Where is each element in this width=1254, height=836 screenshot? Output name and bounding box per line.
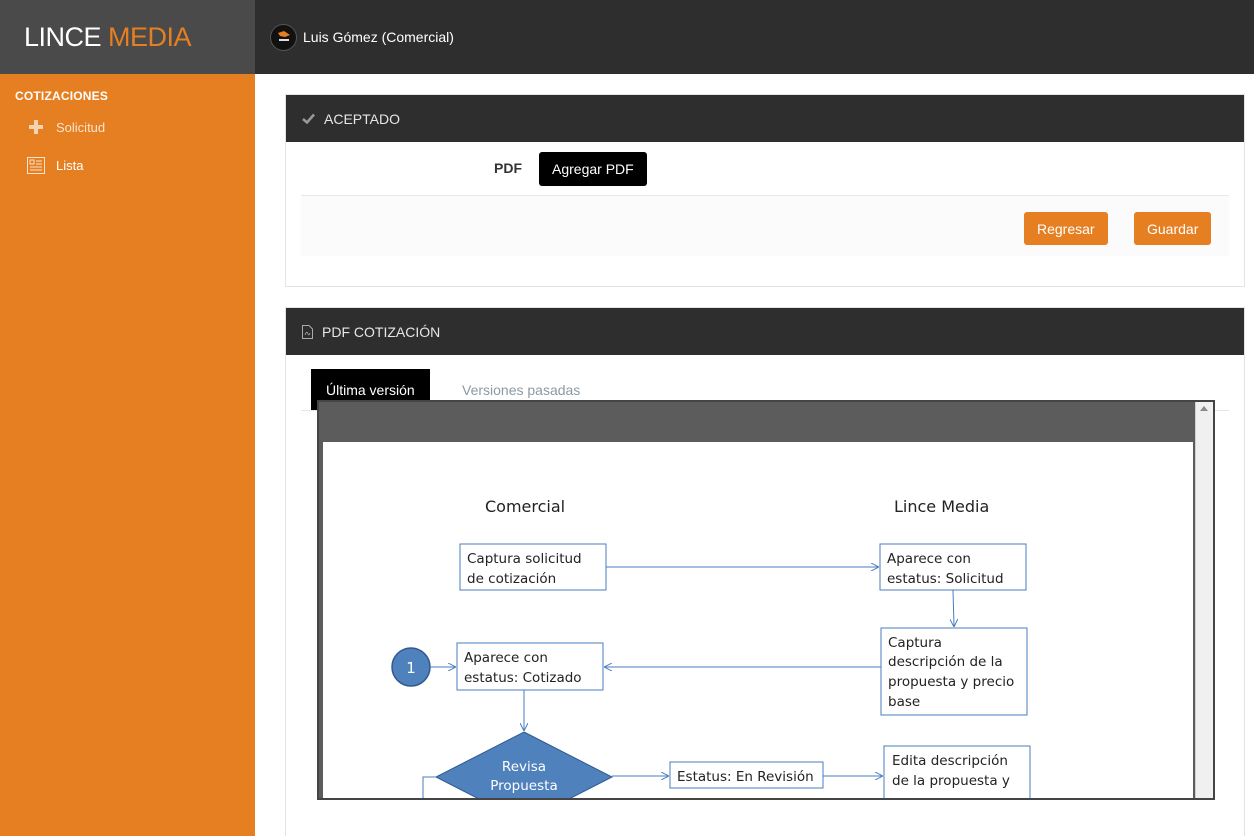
- box-estatus-revision: Estatus: En Revisión: [669, 761, 824, 789]
- box-line: base: [888, 694, 920, 710]
- box-estatus-solicitud: Aparece con estatus: Solicitud: [879, 543, 1027, 591]
- pdf-file-icon: [302, 324, 313, 339]
- pdf-panel-header: PDF COTIZACIÓN: [286, 308, 1244, 355]
- scroll-up-icon[interactable]: [1200, 406, 1208, 411]
- box-captura-descripcion: Captura descripción de la propuesta y pr…: [880, 627, 1028, 716]
- box-line: propuesta y precio: [888, 674, 1014, 690]
- sidebar-section-title: COTIZACIONES: [15, 89, 109, 103]
- sidebar-item-solicitud[interactable]: Solicitud: [0, 108, 255, 146]
- decision-revisa-propuesta: Revisa Propuesta: [434, 731, 614, 798]
- brand-name-primary: LINCE: [24, 21, 102, 52]
- box-line: Captura solicitud: [467, 551, 582, 567]
- box-edita-descripcion: Edita descripción de la propuesta y: [883, 745, 1031, 798]
- pdf-panel: PDF COTIZACIÓN Última versión Versiones …: [285, 307, 1245, 836]
- add-pdf-button[interactable]: Agregar PDF: [539, 152, 647, 186]
- box-captura-solicitud: Captura solicitud de cotización: [459, 543, 607, 591]
- pdf-panel-title: PDF COTIZACIÓN: [322, 323, 441, 340]
- pdf-label: PDF: [494, 160, 522, 176]
- back-button[interactable]: Regresar: [1024, 212, 1108, 245]
- top-bar: Luis Gómez (Comercial): [255, 0, 1254, 74]
- box-line: Aparece con: [887, 551, 971, 567]
- box-line: Captura: [888, 635, 942, 651]
- sidebar-item-label: Solicitud: [56, 119, 106, 135]
- check-icon: [302, 113, 315, 124]
- sidebar-item-label: Lista: [56, 157, 84, 173]
- box-line: Estatus: En Revisión: [677, 769, 814, 785]
- pdf-viewer[interactable]: Comercial Lince Media Captura solicitud …: [317, 400, 1215, 800]
- user-name[interactable]: Luis Gómez (Comercial): [303, 29, 454, 45]
- box-line: Aparece con: [464, 650, 548, 666]
- box-estatus-cotizado: Aparece con estatus: Cotizado: [456, 642, 604, 691]
- box-line: de la propuesta y: [892, 773, 1010, 789]
- diamond-line: Revisa: [502, 759, 546, 775]
- diamond-line: Propuesta: [490, 778, 557, 794]
- list-icon: [26, 155, 46, 175]
- status-title: ACEPTADO: [324, 110, 400, 127]
- avatar[interactable]: [270, 23, 297, 51]
- form-actions: Regresar Guardar: [301, 196, 1229, 256]
- pdf-page: Comercial Lince Media Captura solicitud …: [323, 442, 1193, 798]
- sidebar-item-lista[interactable]: Lista: [0, 146, 255, 184]
- brand-logo[interactable]: LINCE MEDIA: [0, 0, 255, 74]
- status-panel-header: ACEPTADO: [286, 95, 1244, 142]
- viewer-scrollbar[interactable]: [1195, 402, 1213, 798]
- box-line: de cotización: [467, 571, 556, 587]
- box-line: estatus: Solicitud: [887, 571, 1004, 587]
- plus-icon: [26, 117, 46, 137]
- box-line: Edita descripción: [892, 753, 1008, 769]
- pdf-upload-row: PDF Agregar PDF: [301, 142, 1229, 196]
- box-line: estatus: Cotizado: [464, 670, 582, 686]
- flow-diagram: Comercial Lince Media Captura solicitud …: [391, 497, 1031, 798]
- connector-circle-1: 1: [391, 647, 431, 687]
- status-panel: ACEPTADO PDF Agregar PDF Regresar Guarda…: [285, 94, 1245, 287]
- save-button[interactable]: Guardar: [1134, 212, 1212, 245]
- lane-comercial: Comercial: [485, 497, 565, 516]
- lane-lince-media: Lince Media: [894, 497, 989, 516]
- box-line: descripción de la: [888, 654, 1003, 670]
- brand-name-secondary: MEDIA: [108, 21, 192, 52]
- circle-label: 1: [406, 659, 416, 677]
- sidebar: LINCE MEDIA COTIZACIONES Solicitud Lista: [0, 0, 255, 836]
